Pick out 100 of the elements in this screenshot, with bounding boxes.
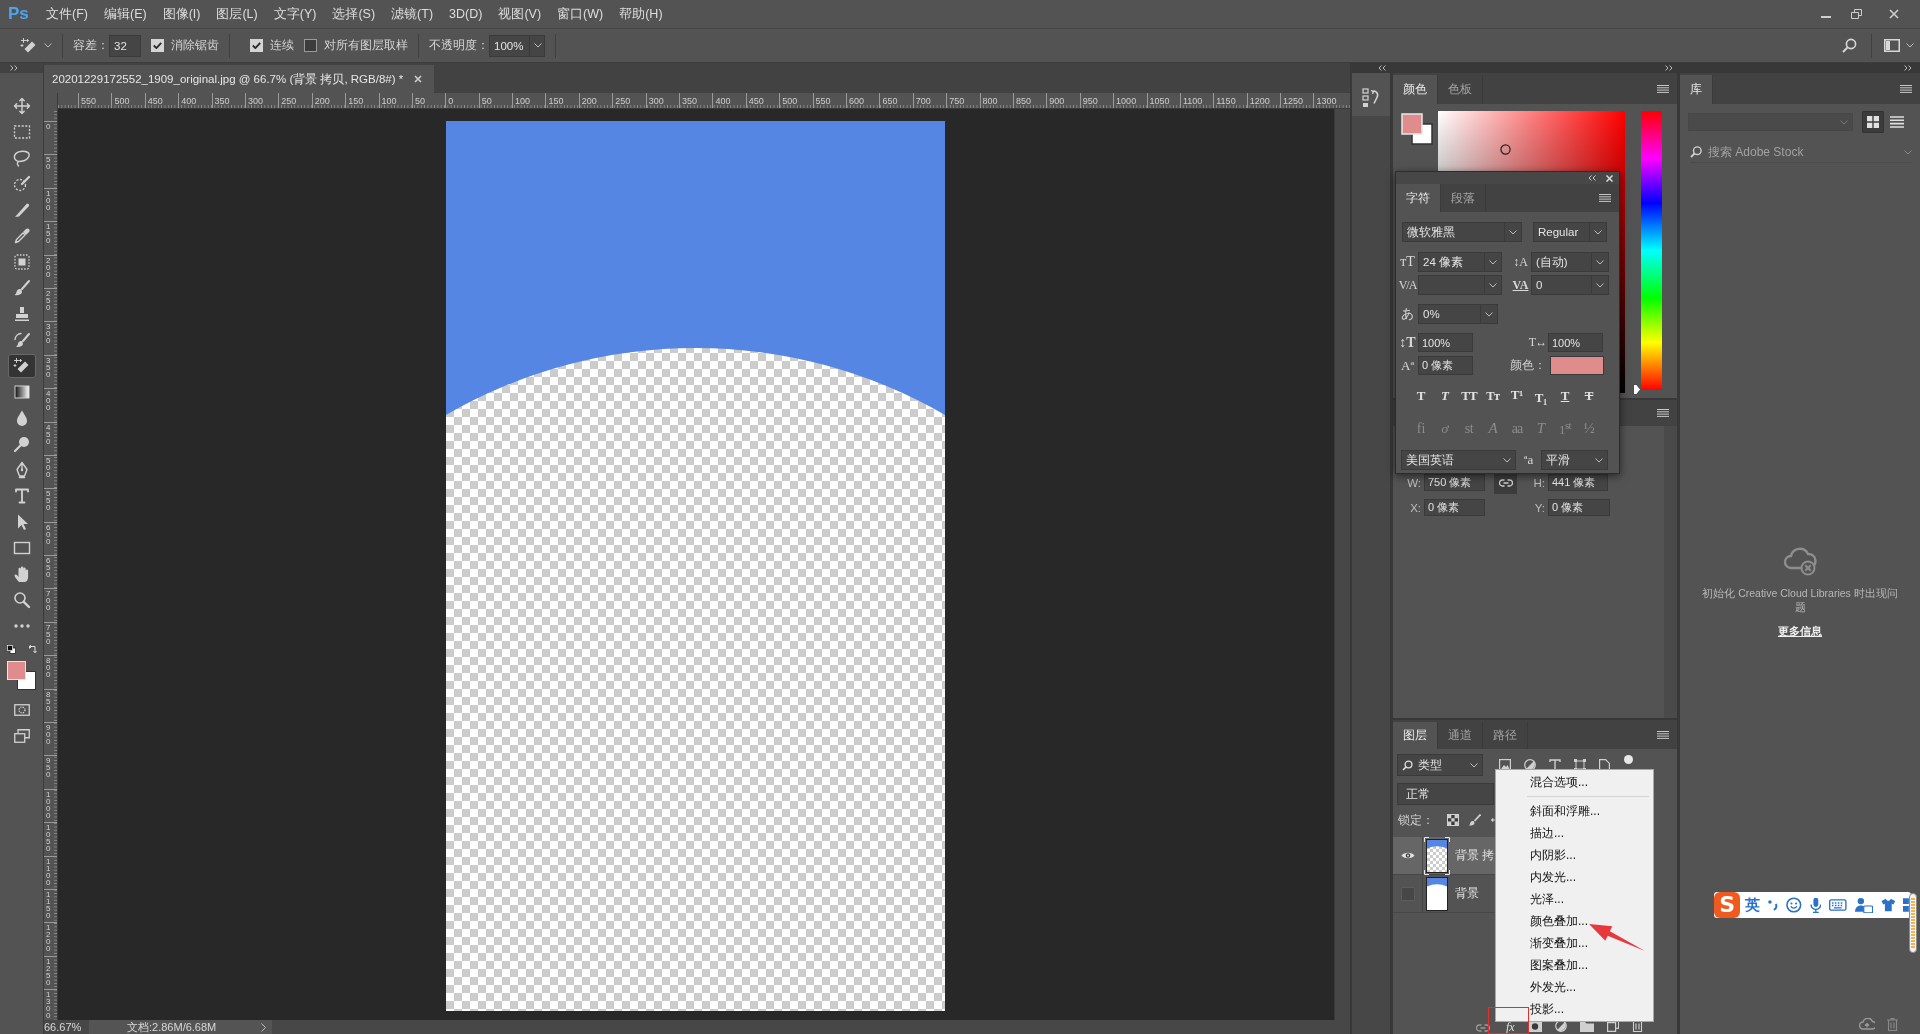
faux-italic-button[interactable]: T — [1434, 388, 1456, 404]
strikethrough-button[interactable]: T — [1578, 388, 1600, 404]
half-circle-icon[interactable] — [1524, 759, 1536, 771]
type-tool-icon[interactable] — [12, 487, 31, 505]
menu-item[interactable]: 颜色叠加... — [1496, 910, 1653, 932]
menu-item[interactable]: 投影... — [1496, 998, 1653, 1020]
magic-eraser-icon[interactable] — [20, 36, 38, 55]
panel-tab[interactable]: 颜色 — [1393, 75, 1438, 104]
menu-icon[interactable] — [1657, 730, 1669, 739]
baseline-shift-field[interactable]: 0 像素 — [1418, 356, 1473, 375]
menu-item[interactable]: 3D(D) — [449, 7, 483, 21]
image-icon[interactable] — [1499, 759, 1511, 771]
checkbox-label[interactable]: 对所有图层取样 — [324, 37, 408, 54]
menu-icon[interactable] — [1657, 84, 1669, 93]
close-icon[interactable] — [1889, 9, 1899, 19]
picker-handle[interactable] — [1500, 144, 1511, 155]
menu-item[interactable]: 外发光... — [1496, 976, 1653, 998]
filter-dropdown[interactable]: 类型 — [1397, 754, 1483, 776]
panel-tab[interactable]: 字符 — [1396, 184, 1441, 212]
search-icon[interactable] — [1842, 38, 1857, 53]
dotted-circle-frame-icon[interactable] — [13, 704, 30, 716]
zoom-icon[interactable] — [12, 591, 31, 609]
menu-item[interactable]: 混合选项... — [1496, 771, 1653, 793]
antialias-dropdown[interactable]: 平滑 — [1541, 450, 1608, 470]
restore-icon[interactable] — [1851, 9, 1862, 19]
menu-item[interactable]: 图案叠加... — [1496, 954, 1653, 976]
menu-icon[interactable] — [1657, 409, 1669, 417]
dashed-rectangle-icon[interactable] — [12, 123, 31, 141]
layer-row[interactable]: 背景 — [1393, 875, 1495, 913]
font-size-dropdown[interactable]: 24 像素 — [1418, 252, 1502, 272]
punctuation-icon[interactable] — [1768, 899, 1779, 911]
overlapping-windows-icon[interactable] — [13, 729, 30, 743]
person-icon[interactable] — [1855, 897, 1873, 913]
blend-mode-dropdown[interactable]: 正常 — [1397, 783, 1494, 805]
panel-tab[interactable]: 库 — [1680, 75, 1713, 104]
expand-arrows-icon[interactable] — [1665, 65, 1673, 71]
menu-item[interactable]: 渐变叠加... — [1496, 932, 1653, 954]
y-position-field[interactable]: 0 像素 — [1548, 499, 1610, 516]
menu-item[interactable]: 选择(S) — [332, 5, 376, 23]
font-style-dropdown[interactable]: Regular — [1533, 222, 1607, 242]
menu-item[interactable]: 编辑(E) — [103, 5, 147, 23]
expand-arrows-icon[interactable] — [10, 65, 18, 71]
checkbox-label[interactable]: 连续 — [270, 37, 294, 54]
list-view-icon[interactable] — [1890, 116, 1904, 128]
half-circle-icon[interactable] — [1554, 1020, 1567, 1032]
rectangle-icon[interactable] — [12, 539, 31, 557]
tolerance-field[interactable]: 32 — [109, 34, 141, 57]
grid-view-icon[interactable] — [1862, 111, 1884, 133]
close-icon[interactable] — [1606, 174, 1613, 182]
panel-tab[interactable]: 通道 — [1438, 722, 1483, 749]
eye-icon[interactable] — [1400, 851, 1415, 860]
menu-item[interactable]: 内阴影... — [1496, 844, 1653, 866]
default-colors-icon[interactable] — [6, 645, 16, 654]
history-brush-icon[interactable] — [12, 331, 31, 349]
language-dropdown[interactable]: 美国英语 — [1401, 450, 1516, 470]
checkbox[interactable] — [151, 39, 164, 52]
menu-item[interactable]: 帮助(H) — [619, 5, 663, 23]
scrollbar-track[interactable] — [1664, 426, 1677, 718]
close-icon[interactable] — [414, 75, 423, 83]
microphone-icon[interactable] — [1809, 897, 1822, 913]
color-swatches-icon[interactable] — [6, 661, 36, 690]
caret-icon[interactable] — [44, 43, 52, 48]
superscript-button[interactable]: T¹ — [1506, 386, 1528, 406]
subscript-button[interactable]: T₁ — [1530, 386, 1552, 406]
layer-thumbnail[interactable] — [1424, 874, 1450, 913]
all-caps-button[interactable]: TT — [1458, 388, 1480, 404]
vertical-scale-field[interactable]: 100% — [1418, 333, 1473, 352]
keyboard-icon[interactable] — [1829, 899, 1847, 911]
horizontal-scale-field[interactable]: 100% — [1548, 333, 1603, 352]
checkbox[interactable] — [250, 39, 263, 52]
panel-tab[interactable]: 段落 — [1441, 184, 1486, 212]
tracking-dropdown[interactable]: 0 — [1531, 275, 1609, 295]
shirt-icon[interactable] — [1880, 898, 1896, 912]
brush-icon[interactable] — [12, 279, 31, 297]
menu-item[interactable]: 窗口(W) — [557, 5, 604, 23]
menu-item[interactable]: 滤镜(T) — [391, 5, 434, 23]
more-info-link[interactable]: 更多信息 — [1778, 624, 1822, 639]
menu-item[interactable]: 图层(L) — [216, 5, 258, 23]
checkbox[interactable] — [304, 39, 317, 52]
vertical-scrollbar[interactable] — [1334, 109, 1350, 1020]
tsume-dropdown[interactable]: 0% — [1418, 304, 1498, 324]
underline-button[interactable]: T — [1554, 388, 1576, 404]
collapse-arrows-icon[interactable] — [1588, 175, 1596, 181]
opacity-dropdown[interactable]: 100% — [489, 34, 545, 57]
trash-icon[interactable] — [1631, 1019, 1643, 1032]
checkerboard-icon[interactable] — [1447, 814, 1459, 826]
stamp-icon[interactable] — [12, 305, 31, 323]
menu-item[interactable]: 描边... — [1496, 822, 1653, 844]
search-field[interactable]: 搜索 Adobe Stock — [1708, 143, 1904, 161]
menu-icon[interactable] — [1900, 84, 1912, 93]
eyedropper-icon[interactable] — [12, 227, 31, 245]
caret-icon[interactable] — [1906, 43, 1914, 48]
menu-item[interactable]: 内发光... — [1496, 866, 1653, 888]
lollipop-icon[interactable] — [12, 435, 31, 453]
collapse-arrows-icon[interactable] — [1378, 65, 1386, 71]
knife-icon[interactable] — [12, 201, 31, 219]
ime-mode-toggle[interactable]: 英 — [1745, 895, 1761, 915]
dotted-frame-icon[interactable] — [12, 253, 31, 271]
menu-item[interactable]: 文件(F) — [46, 5, 88, 23]
brush-icon[interactable] — [1469, 814, 1481, 826]
